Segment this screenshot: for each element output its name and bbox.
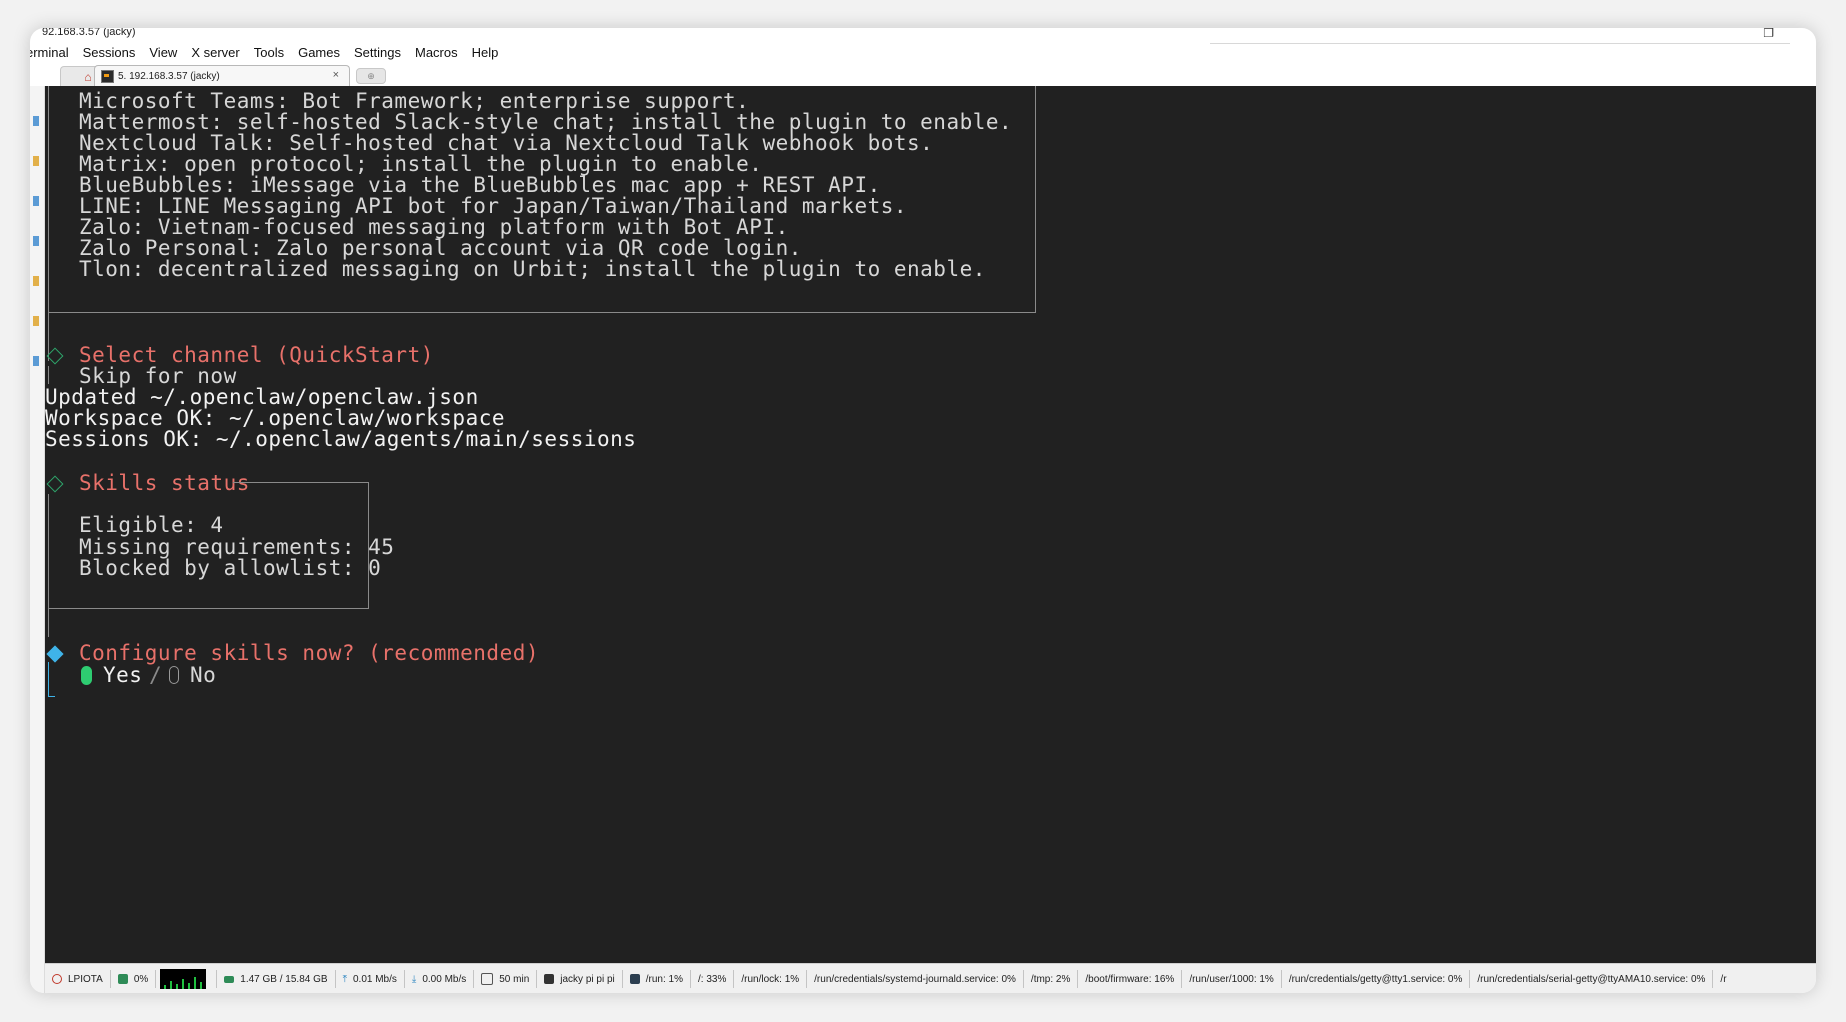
disk-value: /run/credentials/getty@tty1.service: 0% — [1288, 973, 1463, 985]
sidebar-icon — [33, 156, 39, 166]
channel-line: Tlon: decentralized messaging on Urbit; … — [79, 257, 986, 281]
disk-value: /boot/firmware: 16% — [1085, 973, 1175, 985]
home-icon: ⌂ — [84, 70, 92, 84]
status-disk: /boot/firmware: 16% — [1078, 970, 1183, 988]
tab-label: 5. 192.168.3.57 (jacky) — [118, 70, 220, 82]
box-bottom-border — [48, 608, 369, 609]
users-value: jacky pi pi pi — [560, 973, 615, 985]
menu-macros[interactable]: Macros — [415, 45, 458, 60]
menu-terminal[interactable]: erminal — [30, 45, 69, 60]
power-icon — [52, 974, 62, 984]
sidebar-icon — [33, 356, 39, 366]
tab-bar: ⌂ 5. 192.168.3.57 (jacky) × ⊕ — [30, 64, 1816, 87]
menu-sessions[interactable]: Sessions — [83, 45, 136, 60]
tab-session-5[interactable]: 5. 192.168.3.57 (jacky) × — [94, 65, 350, 86]
configure-skills-prompt: Configure skills now? (recommended) — [79, 641, 540, 665]
close-icon[interactable]: × — [333, 69, 339, 81]
step-diamond-icon — [46, 475, 64, 493]
menu-tools[interactable]: Tools — [254, 45, 284, 60]
status-users: jacky pi pi pi — [537, 970, 623, 988]
cpu-value: 0% — [133, 973, 149, 985]
tree-line — [48, 494, 49, 637]
tree-line-active — [48, 662, 49, 697]
terminal-icon — [101, 69, 114, 83]
skills-line: Blocked by allowlist: 0 — [79, 556, 382, 580]
disk-value: /run: 1% — [645, 973, 683, 985]
status-disk: /run/user/1000: 1% — [1182, 970, 1282, 988]
disk-value: /run/credentials/systemd-journald.servic… — [814, 973, 1016, 985]
status-cpu: 0% — [111, 970, 157, 988]
memory-value: 1.47 GB / 15.84 GB — [240, 973, 328, 985]
disk-value: /run/user/1000: 1% — [1189, 973, 1274, 985]
download-icon: ⤓ — [411, 973, 417, 985]
menu-games[interactable]: Games — [298, 45, 340, 60]
status-disk: /run/credentials/getty@tty1.service: 0% — [1282, 970, 1471, 988]
status-disk: /run: 1% — [623, 970, 691, 988]
sidebar-strip[interactable] — [30, 86, 45, 993]
status-download: ⤓ 0.00 Mb/s — [405, 970, 475, 988]
host-label: LPIOTA — [68, 973, 103, 985]
radio-selected-icon[interactable] — [81, 666, 92, 685]
skills-status-title: Skills status — [79, 471, 250, 495]
download-value: 0.00 Mb/s — [422, 973, 467, 985]
status-disk: /run/lock: 1% — [734, 970, 808, 988]
log-line: Sessions OK: ~/.openclaw/agents/main/ses… — [45, 427, 637, 451]
new-tab-button[interactable]: ⊕ — [356, 68, 386, 84]
user-icon — [544, 974, 555, 984]
status-bar: LPIOTA 0% 1.47 GB / 15.84 GB ⤒ 0.01 Mb/s… — [45, 963, 1816, 993]
upload-icon: ⤒ — [342, 973, 347, 985]
step-diamond-icon — [46, 347, 64, 365]
menu-x-server[interactable]: X server — [191, 45, 239, 60]
tree-end — [48, 696, 55, 697]
terminal-pane[interactable]: Microsoft Teams: Bot Framework; enterpri… — [45, 86, 1816, 963]
status-disk: /run/credentials/serial-getty@ttyAMA10.s… — [1470, 970, 1714, 988]
menu-help[interactable]: Help — [472, 45, 499, 60]
status-disk: /run/credentials/systemd-journald.servic… — [807, 970, 1024, 988]
status-host: LPIOTA — [45, 970, 111, 988]
active-step-diamond-icon — [46, 645, 64, 663]
tree-line — [48, 86, 49, 361]
menu-settings[interactable]: Settings — [354, 45, 401, 60]
disk-value: /run/credentials/serial-getty@ttyAMA10.s… — [1477, 973, 1706, 985]
restore-icon[interactable]: ❐ — [1763, 28, 1774, 40]
memory-icon — [224, 975, 235, 983]
tree-line — [48, 366, 49, 384]
disk-value: /r — [1720, 973, 1727, 985]
option-yes[interactable]: Yes — [103, 662, 142, 688]
disk-value: /tmp: 2% — [1030, 973, 1071, 985]
disk-value: /run/lock: 1% — [741, 973, 800, 985]
disk-icon — [629, 974, 640, 984]
status-upload: ⤒ 0.01 Mb/s — [336, 970, 405, 988]
sidebar-icon — [33, 196, 39, 206]
window-title: 92.168.3.57 (jacky) — [42, 28, 136, 38]
radio-unselected-icon[interactable] — [169, 666, 179, 684]
status-memory: 1.47 GB / 15.84 GB — [217, 970, 336, 988]
upload-value: 0.01 Mb/s — [352, 973, 397, 985]
sidebar-icon — [33, 116, 39, 126]
sidebar-icon — [33, 236, 39, 246]
menu-divider — [1210, 43, 1790, 44]
sidebar-icon — [33, 316, 39, 326]
box-top-border — [233, 482, 368, 483]
mobaxterm-window: 92.168.3.57 (jacky) ❐ erminal Sessions V… — [30, 28, 1816, 993]
status-disk: /tmp: 2% — [1024, 970, 1079, 988]
disk-value: /: 33% — [697, 973, 727, 985]
status-disk: /: 33% — [691, 970, 735, 988]
cpu-icon — [117, 974, 128, 984]
status-disk: /r — [1713, 970, 1733, 988]
option-no[interactable]: No — [190, 662, 216, 688]
status-cpu-graph — [156, 969, 218, 989]
sidebar-icon — [33, 276, 39, 286]
box-right-border — [1035, 86, 1036, 313]
uptime-value: 50 min — [499, 973, 530, 985]
menu-view[interactable]: View — [149, 45, 177, 60]
box-bottom-border — [48, 312, 1036, 313]
option-separator: / — [149, 663, 163, 687]
cpu-graph — [160, 969, 207, 989]
monitor-icon — [481, 973, 494, 985]
status-uptime: 50 min — [474, 970, 538, 988]
